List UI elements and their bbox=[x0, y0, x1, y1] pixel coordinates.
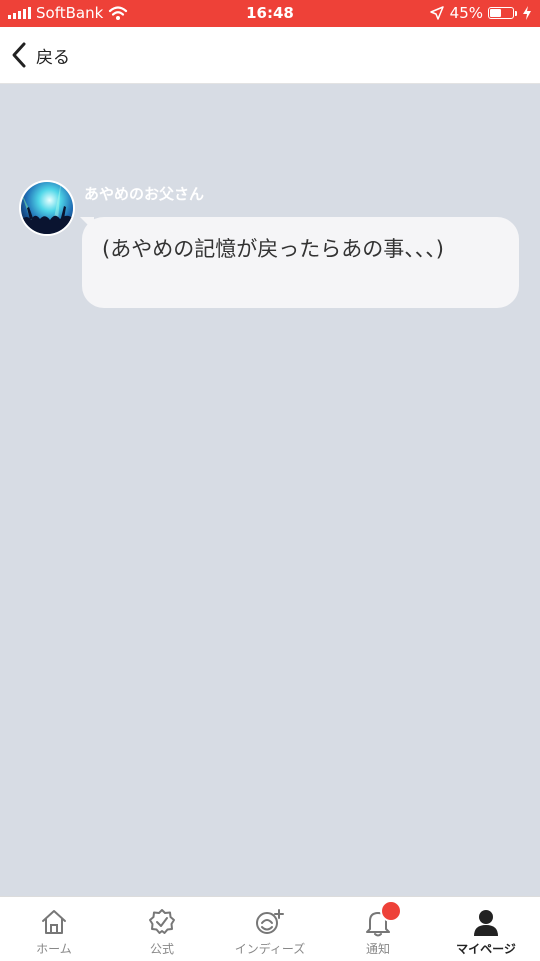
tab-indies[interactable]: インディーズ bbox=[216, 897, 324, 961]
battery-icon bbox=[488, 7, 514, 19]
tab-notifications-label: 通知 bbox=[365, 942, 390, 956]
status-right: 45% bbox=[429, 4, 532, 22]
official-badge-icon bbox=[147, 906, 177, 938]
tab-mypage[interactable]: マイページ bbox=[432, 897, 540, 961]
message-text: (あやめの記憶が戻ったらあの事、、、) bbox=[102, 237, 444, 261]
battery-tip bbox=[515, 10, 517, 16]
tab-notifications[interactable]: 通知 bbox=[324, 897, 432, 961]
tab-indies-label: インディーズ bbox=[234, 942, 306, 956]
notification-badge bbox=[380, 900, 402, 922]
back-label: 戻る bbox=[36, 47, 70, 68]
indies-icon bbox=[254, 906, 286, 938]
back-button[interactable]: 戻る bbox=[10, 37, 70, 73]
sender-name: あやめのお父さん bbox=[84, 185, 205, 203]
message-bubble[interactable]: (あやめの記憶が戻ったらあの事、、、) bbox=[82, 217, 519, 308]
chat-area[interactable]: あやめのお父さん (あやめの記憶が戻ったらあの事、、、) bbox=[0, 84, 540, 896]
chevron-left-icon bbox=[12, 42, 26, 68]
avatar-image bbox=[21, 182, 73, 234]
charging-icon bbox=[523, 6, 531, 20]
tab-bar: ホーム 公式 インディーズ 通知 マイページ bbox=[0, 896, 540, 961]
status-bar: SoftBank 16:48 45% bbox=[0, 0, 540, 27]
battery-level bbox=[490, 9, 501, 17]
home-icon bbox=[39, 906, 69, 938]
tab-home-label: ホーム bbox=[36, 942, 72, 956]
battery-percent: 45% bbox=[449, 4, 483, 22]
location-icon bbox=[429, 6, 444, 20]
tab-official[interactable]: 公式 bbox=[108, 897, 216, 961]
avatar[interactable] bbox=[21, 182, 73, 234]
nav-bar: 戻る bbox=[0, 27, 540, 84]
tab-home[interactable]: ホーム bbox=[0, 897, 108, 961]
tab-official-label: 公式 bbox=[149, 942, 174, 956]
user-icon bbox=[471, 906, 501, 938]
tab-mypage-label: マイページ bbox=[456, 942, 516, 956]
